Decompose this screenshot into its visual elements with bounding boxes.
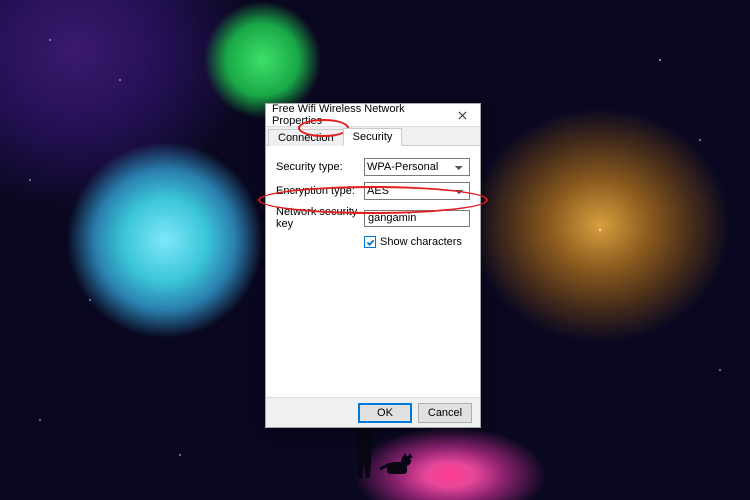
network-key-input[interactable] (364, 210, 470, 227)
tabstrip: Connection Security (266, 126, 480, 146)
security-type-label: Security type: (276, 161, 364, 173)
network-key-label: Network security key (276, 206, 364, 230)
encryption-type-label: Encryption type: (276, 185, 364, 197)
tab-connection[interactable]: Connection (268, 129, 344, 146)
show-characters-checkbox[interactable] (364, 236, 376, 248)
encryption-type-select[interactable]: AES (364, 182, 470, 200)
dialog-title: Free Wifi Wireless Network Properties (272, 103, 448, 127)
show-characters-label: Show characters (380, 236, 462, 248)
tab-security[interactable]: Security (343, 128, 403, 146)
ok-button[interactable]: OK (358, 403, 412, 423)
close-button[interactable] (448, 106, 476, 124)
titlebar[interactable]: Free Wifi Wireless Network Properties (266, 104, 480, 126)
form-area: Security type: WPA-Personal Encryption t… (266, 146, 480, 397)
button-bar: OK Cancel (266, 397, 480, 427)
network-properties-dialog: Free Wifi Wireless Network Properties Co… (265, 103, 481, 428)
security-type-select[interactable]: WPA-Personal (364, 158, 470, 176)
cancel-button[interactable]: Cancel (418, 403, 472, 423)
close-icon (458, 108, 467, 123)
